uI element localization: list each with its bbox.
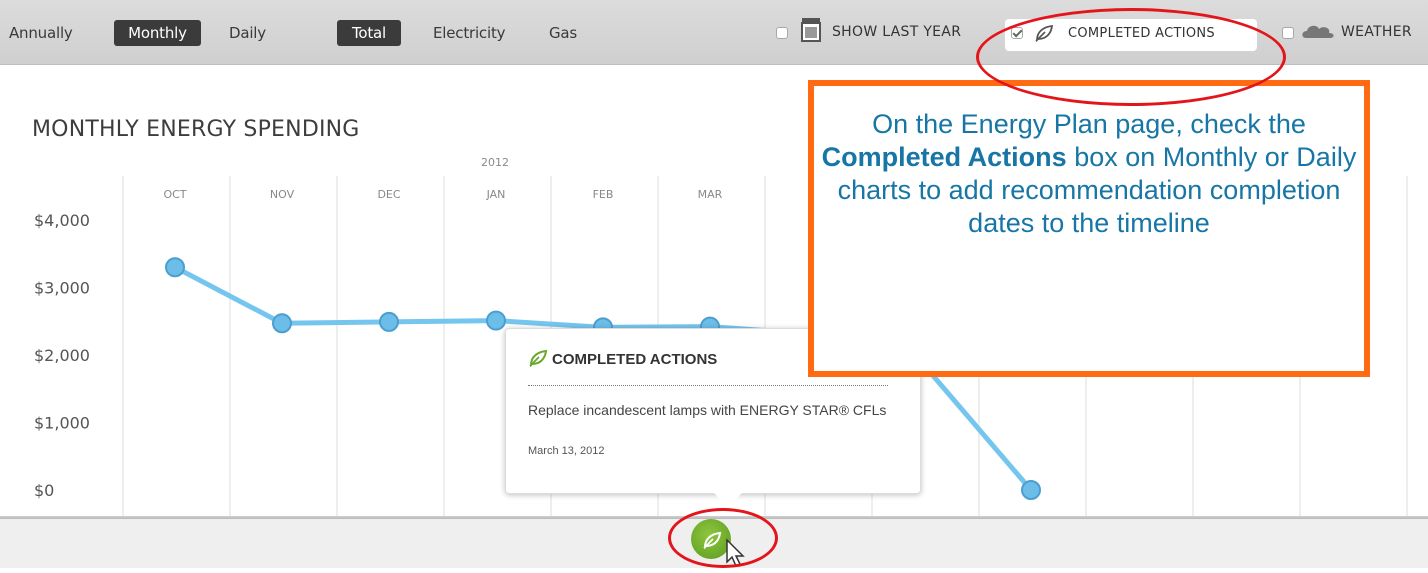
y-tick-label: $1,000 <box>34 414 90 433</box>
data-point <box>1021 480 1041 500</box>
x-tick-label: JAN <box>486 188 506 201</box>
y-tick-label: $2,000 <box>34 346 90 365</box>
data-point <box>272 313 292 334</box>
y-tick-label: $3,000 <box>34 279 90 298</box>
callout-text-part1: On the Energy Plan page, check the <box>872 109 1306 139</box>
tooltip-description: Replace incandescent lamps with ENERGY S… <box>528 402 887 418</box>
data-point <box>379 311 399 332</box>
data-point <box>486 310 506 331</box>
tooltip-date: March 13, 2012 <box>528 445 605 457</box>
tooltip-divider <box>528 385 888 386</box>
instruction-callout: On the Energy Plan page, check the Compl… <box>808 80 1370 377</box>
y-tick-label: $0 <box>34 481 54 500</box>
leaf-icon <box>702 531 722 554</box>
tooltip-heading: COMPLETED ACTIONS <box>552 351 718 368</box>
y-tick-label: $4,000 <box>34 211 90 230</box>
x-tick-label: OCT <box>163 188 186 201</box>
leaf-icon <box>528 349 548 372</box>
x-tick-label: MAR <box>698 188 723 201</box>
x-tick-label: NOV <box>270 188 295 201</box>
x-tick-label: FEB <box>593 188 614 201</box>
data-point <box>165 257 185 278</box>
x-tick-label: DEC <box>377 188 400 201</box>
callout-text: On the Energy Plan page, check the Compl… <box>814 108 1364 240</box>
callout-text-bold: Completed Actions <box>821 142 1067 172</box>
